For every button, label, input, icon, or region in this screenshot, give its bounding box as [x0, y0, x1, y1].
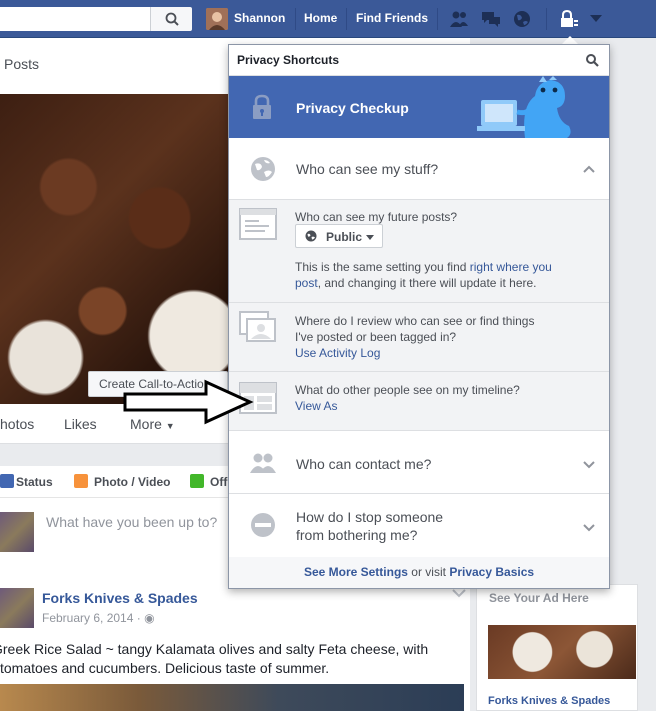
- posts-window-icon: [239, 208, 277, 240]
- page-avatar: [0, 512, 34, 552]
- panel-title: Privacy Shortcuts: [237, 53, 340, 67]
- offer-icon: [190, 474, 204, 488]
- notifications-globe-icon[interactable]: [512, 9, 532, 29]
- section-who-can-see-my-stuff[interactable]: Who can see my stuff?: [229, 138, 609, 200]
- view-as-setting: What do other people see on my timeline?…: [229, 372, 609, 431]
- nav-divider: [295, 8, 296, 30]
- future-posts-question: Who can see my future posts?: [295, 210, 458, 224]
- footer-text: or visit: [407, 565, 450, 579]
- user-avatar[interactable]: [206, 8, 228, 30]
- post-author-link[interactable]: Forks Knives & Spades: [42, 590, 198, 606]
- review-tags-setting: Where do I review who can see or find th…: [229, 303, 609, 372]
- composer-tabs: Status Photo / Video Off: [0, 466, 228, 498]
- setting-note-text: , and changing it there will update it h…: [317, 276, 537, 290]
- section-who-can-contact-me[interactable]: Who can contact me?: [229, 432, 609, 494]
- composer-tab-status[interactable]: Status: [16, 475, 53, 489]
- status-icon: [0, 474, 14, 488]
- find-friends-link[interactable]: Find Friends: [356, 11, 428, 25]
- posts-tab-label[interactable]: Posts: [4, 56, 39, 72]
- post-text: Greek Rice Salad ~ tangy Kalamata olives…: [0, 641, 429, 676]
- privacy-checkup-banner[interactable]: Privacy Checkup: [229, 76, 609, 138]
- privacy-basics-link[interactable]: Privacy Basics: [449, 565, 534, 579]
- ad-image[interactable]: [488, 625, 636, 679]
- dropdown-caret: [562, 36, 578, 44]
- view-as-link[interactable]: View As: [295, 398, 337, 414]
- timeline-question: What do other people see on my timeline?: [295, 383, 520, 397]
- block-icon: [251, 513, 275, 537]
- section-label-line-2: from bothering me?: [296, 527, 418, 543]
- post-options-chevron-icon[interactable]: [452, 588, 466, 598]
- audience-selector-button[interactable]: Public: [295, 224, 383, 248]
- nav-divider: [546, 8, 547, 30]
- privacy-checkup-label: Privacy Checkup: [296, 100, 409, 116]
- globe-icon: [305, 230, 317, 242]
- section-label: Who can see my stuff?: [296, 161, 439, 177]
- timeline-post: Forks Knives & Spades February 6, 2014 ·…: [0, 574, 470, 711]
- friend-requests-icon[interactable]: [449, 9, 469, 29]
- top-navigation-bar: Shannon Home Find Friends: [0, 0, 656, 38]
- search-icon[interactable]: [585, 53, 599, 67]
- chevron-down-icon: [583, 524, 595, 532]
- panel-header: Privacy Shortcuts: [229, 45, 609, 76]
- composer-input[interactable]: What have you been up to?: [46, 514, 217, 530]
- lock-icon: [253, 94, 271, 119]
- privacy-shortcuts-panel: Privacy Shortcuts Privacy Checkup Who ca…: [228, 44, 610, 589]
- people-icon: [250, 453, 276, 473]
- nav-divider: [346, 8, 347, 30]
- audience-label: Public: [326, 230, 363, 244]
- photo-video-icon: [74, 474, 88, 488]
- chevron-up-icon: [583, 165, 595, 173]
- post-date-text: February 6, 2014 ·: [42, 611, 141, 625]
- search-icon: [165, 12, 179, 26]
- setting-note: This is the same setting you find right …: [295, 259, 565, 291]
- search-button[interactable]: [150, 7, 192, 31]
- see-more-settings-link[interactable]: See More Settings: [304, 565, 408, 579]
- use-activity-log-link[interactable]: Use Activity Log: [295, 345, 380, 361]
- chevron-down-icon: [583, 461, 595, 469]
- ad-header: See Your Ad Here: [489, 591, 589, 605]
- photos-stack-icon: [239, 311, 276, 342]
- chevron-down-icon: [366, 235, 374, 240]
- privacy-shortcuts-lock-icon[interactable]: [559, 9, 579, 29]
- section-how-do-i-stop-someone[interactable]: How do I stop someone from bothering me?: [229, 494, 609, 557]
- section-label-line-1: How do I stop someone: [296, 509, 444, 525]
- profile-link[interactable]: Shannon: [234, 11, 285, 25]
- tab-photos[interactable]: hotos: [0, 416, 34, 432]
- ad-page-name-link[interactable]: Forks Knives & Spades: [488, 695, 610, 707]
- composer-tab-photo-video[interactable]: Photo / Video: [94, 475, 170, 489]
- cover-photo: [0, 94, 228, 404]
- section-label: Who can contact me?: [296, 456, 432, 472]
- future-posts-setting: Who can see my future posts? Public This…: [229, 200, 609, 303]
- post-image[interactable]: [0, 684, 464, 711]
- post-author-avatar[interactable]: [0, 588, 34, 628]
- post-timestamp[interactable]: February 6, 2014 · ◉: [42, 611, 155, 625]
- nav-divider: [437, 8, 438, 30]
- tab-likes[interactable]: Likes: [64, 416, 97, 432]
- review-question-line-2: I've posted or been tagged in?: [295, 330, 457, 344]
- account-menu-caret-icon[interactable]: [586, 9, 606, 29]
- review-question-line-1: Where do I review who can see or find th…: [295, 314, 535, 328]
- annotation-arrow-icon: [123, 379, 254, 425]
- privacy-dinosaur-illustration: [477, 76, 571, 138]
- expanded-section-content: Who can see my future posts? Public This…: [229, 200, 609, 431]
- panel-footer: See More Settings or visit Privacy Basic…: [229, 557, 609, 588]
- setting-note-text: This is the same setting you find: [295, 260, 470, 274]
- ad-preview-box: See Your Ad Here Forks Knives & Spades: [476, 584, 638, 711]
- audience-globe-icon: ◉: [144, 611, 155, 625]
- composer-tab-offer[interactable]: Off: [210, 475, 227, 489]
- globe-icon: [251, 157, 275, 181]
- messages-icon[interactable]: [481, 9, 501, 29]
- home-link[interactable]: Home: [304, 11, 337, 25]
